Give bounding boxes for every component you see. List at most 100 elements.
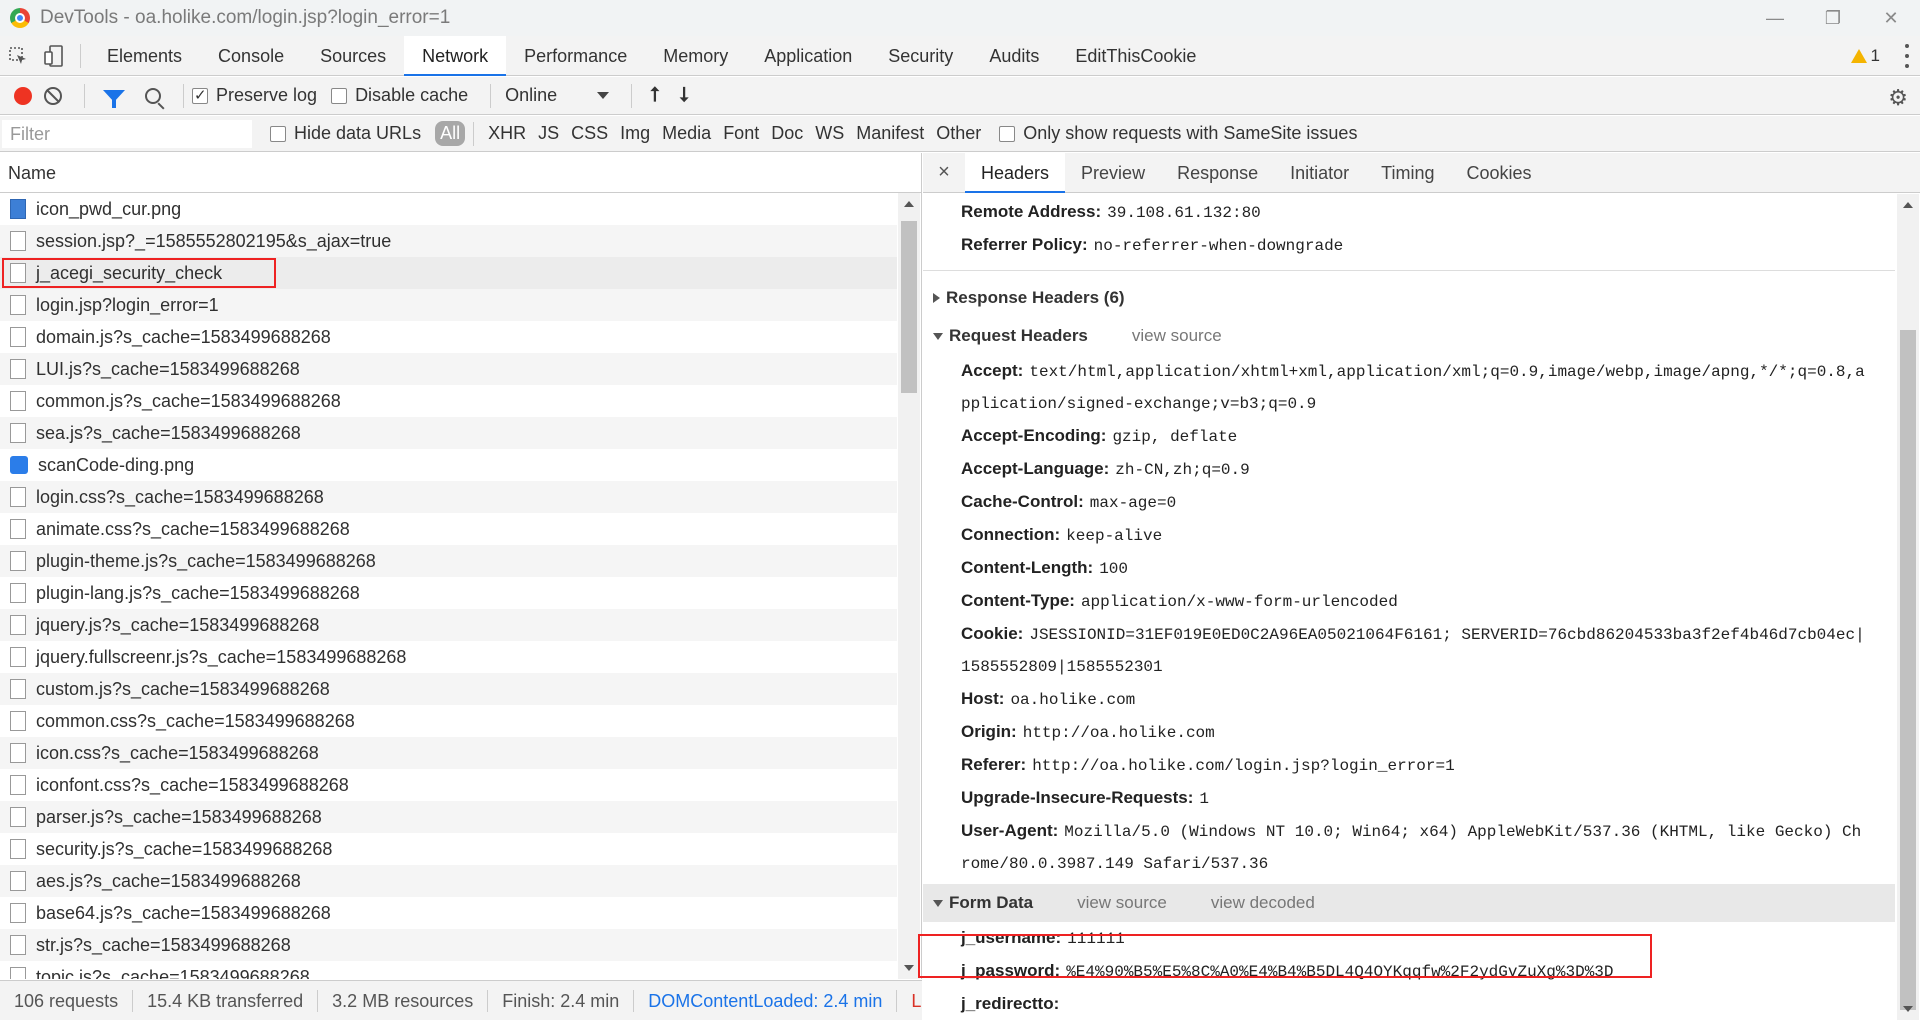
tab-elements[interactable]: Elements (89, 36, 200, 76)
scroll-down-icon[interactable] (904, 965, 914, 971)
request-row[interactable]: login.css?s_cache=1583499688268 (0, 481, 897, 513)
maximize-button[interactable]: ❐ (1804, 0, 1862, 36)
request-list-scrollbar[interactable] (898, 193, 920, 979)
checkbox-unchecked-icon (999, 125, 1016, 142)
tab-application[interactable]: Application (746, 36, 870, 76)
close-window-button[interactable]: ✕ (1862, 0, 1920, 36)
device-toolbar-icon[interactable] (36, 36, 72, 76)
request-row[interactable]: icon_pwd_cur.png (0, 193, 897, 225)
tab-performance[interactable]: Performance (506, 36, 645, 76)
tab-initiator[interactable]: Initiator (1274, 153, 1365, 193)
request-row[interactable]: icon.css?s_cache=1583499688268 (0, 737, 897, 769)
filter-type-other[interactable]: Other (930, 121, 987, 146)
request-row[interactable]: domain.js?s_cache=1583499688268 (0, 321, 897, 353)
filter-type-xhr[interactable]: XHR (482, 121, 532, 146)
import-har-icon[interactable]: ⭡ (650, 84, 659, 107)
tab-console[interactable]: Console (200, 36, 302, 76)
samesite-checkbox[interactable]: Only show requests with SameSite issues (999, 123, 1357, 144)
document-icon (10, 327, 26, 347)
filter-type-ws[interactable]: WS (809, 121, 850, 146)
request-row[interactable]: plugin-theme.js?s_cache=1583499688268 (0, 545, 897, 577)
request-name: custom.js?s_cache=1583499688268 (36, 678, 330, 699)
response-headers-section[interactable]: Response Headers (6) (923, 279, 1895, 317)
request-headers-section[interactable]: Request Headers view source (923, 317, 1895, 355)
scroll-down-icon[interactable] (1903, 1006, 1913, 1012)
tab-timing[interactable]: Timing (1365, 153, 1450, 193)
document-icon (10, 551, 26, 571)
request-row[interactable]: custom.js?s_cache=1583499688268 (0, 673, 897, 705)
minimize-button[interactable]: — (1746, 0, 1804, 36)
view-decoded-link[interactable]: view decoded (1211, 893, 1315, 913)
search-icon[interactable] (145, 87, 161, 104)
tab-security[interactable]: Security (870, 36, 971, 76)
scrollbar-thumb[interactable] (901, 221, 917, 393)
request-row[interactable]: topic.js?s_cache=1583499688268 (0, 961, 897, 979)
record-icon[interactable] (14, 86, 32, 105)
scrollbar-thumb[interactable] (1900, 330, 1916, 1010)
scroll-up-icon[interactable] (1903, 202, 1913, 208)
request-row[interactable]: jquery.fullscreenr.js?s_cache=1583499688… (0, 641, 897, 673)
request-row[interactable]: base64.js?s_cache=1583499688268 (0, 897, 897, 929)
clear-icon[interactable] (44, 86, 62, 105)
request-row[interactable]: jquery.js?s_cache=1583499688268 (0, 609, 897, 641)
request-row[interactable]: common.css?s_cache=1583499688268 (0, 705, 897, 737)
inspect-element-icon[interactable] (0, 36, 36, 76)
view-source-link[interactable]: view source (1132, 326, 1222, 346)
filter-type-doc[interactable]: Doc (765, 121, 809, 146)
filter-icon[interactable] (103, 89, 125, 108)
request-row[interactable]: common.js?s_cache=1583499688268 (0, 385, 897, 417)
close-detail-icon[interactable]: × (923, 161, 965, 184)
request-row[interactable]: LUI.js?s_cache=1583499688268 (0, 353, 897, 385)
tab-editthiscookie[interactable]: EditThisCookie (1057, 36, 1214, 76)
hide-data-urls-checkbox[interactable]: Hide data URLs (270, 123, 421, 144)
detail-scrollbar[interactable] (1897, 194, 1919, 1020)
request-row[interactable]: str.js?s_cache=1583499688268 (0, 929, 897, 961)
request-name: animate.css?s_cache=1583499688268 (36, 518, 350, 539)
request-row[interactable]: sea.js?s_cache=1583499688268 (0, 417, 897, 449)
request-row[interactable]: animate.css?s_cache=1583499688268 (0, 513, 897, 545)
throttling-select[interactable]: Online (505, 85, 610, 106)
tab-audits[interactable]: Audits (971, 36, 1057, 76)
more-options-icon[interactable] (1904, 44, 1910, 68)
toolbar-divider (84, 83, 85, 108)
export-har-icon[interactable]: ⭣ (680, 84, 689, 107)
preserve-log-checkbox[interactable]: Preserve log (192, 85, 317, 106)
scroll-up-icon[interactable] (904, 201, 914, 207)
tab-preview[interactable]: Preview (1065, 153, 1161, 193)
view-source-link[interactable]: view source (1077, 893, 1167, 913)
request-row[interactable]: parser.js?s_cache=1583499688268 (0, 801, 897, 833)
form-data-section[interactable]: Form Data view source view decoded (923, 884, 1895, 922)
tab-headers[interactable]: Headers (965, 152, 1066, 193)
header-value: http://oa.holike.com/login.jsp?login_err… (1032, 757, 1455, 775)
request-row[interactable]: iconfont.css?s_cache=1583499688268 (0, 769, 897, 801)
tab-network[interactable]: Network (404, 35, 507, 76)
request-row[interactable]: session.jsp?_=1585552802195&s_ajax=true (0, 225, 897, 257)
filter-type-img[interactable]: Img (614, 121, 656, 146)
request-row[interactable]: scanCode-ding.png (0, 449, 897, 481)
filter-input[interactable]: Filter (2, 119, 252, 148)
request-header-line: User-Agent: Mozilla/5.0 (Windows NT 10.0;… (923, 815, 1895, 848)
filter-type-media[interactable]: Media (656, 121, 717, 146)
document-icon (10, 967, 26, 979)
disable-cache-checkbox[interactable]: Disable cache (331, 85, 468, 106)
warnings-counter[interactable]: 1 (1850, 36, 1880, 76)
filter-type-manifest[interactable]: Manifest (850, 121, 930, 146)
filter-type-js[interactable]: JS (532, 121, 565, 146)
filter-type-font[interactable]: Font (717, 121, 765, 146)
request-row[interactable]: plugin-lang.js?s_cache=1583499688268 (0, 577, 897, 609)
tab-sources[interactable]: Sources (302, 36, 404, 76)
request-row[interactable]: security.js?s_cache=1583499688268 (0, 833, 897, 865)
toolbar-divider (473, 121, 475, 146)
request-row[interactable]: login.jsp?login_error=1 (0, 289, 897, 321)
tab-response[interactable]: Response (1161, 153, 1274, 193)
request-name: session.jsp?_=1585552802195&s_ajax=true (36, 230, 392, 251)
tab-cookies[interactable]: Cookies (1451, 153, 1548, 193)
request-name: iconfont.css?s_cache=1583499688268 (36, 774, 349, 795)
filter-type-all[interactable]: All (435, 121, 466, 146)
filter-type-css[interactable]: CSS (565, 121, 614, 146)
request-row[interactable]: aes.js?s_cache=1583499688268 (0, 865, 897, 897)
column-header-name[interactable]: Name (0, 153, 921, 193)
tab-memory[interactable]: Memory (645, 36, 746, 76)
checkbox-unchecked-icon (270, 125, 286, 142)
gear-icon[interactable]: ⚙ (1888, 85, 1908, 111)
